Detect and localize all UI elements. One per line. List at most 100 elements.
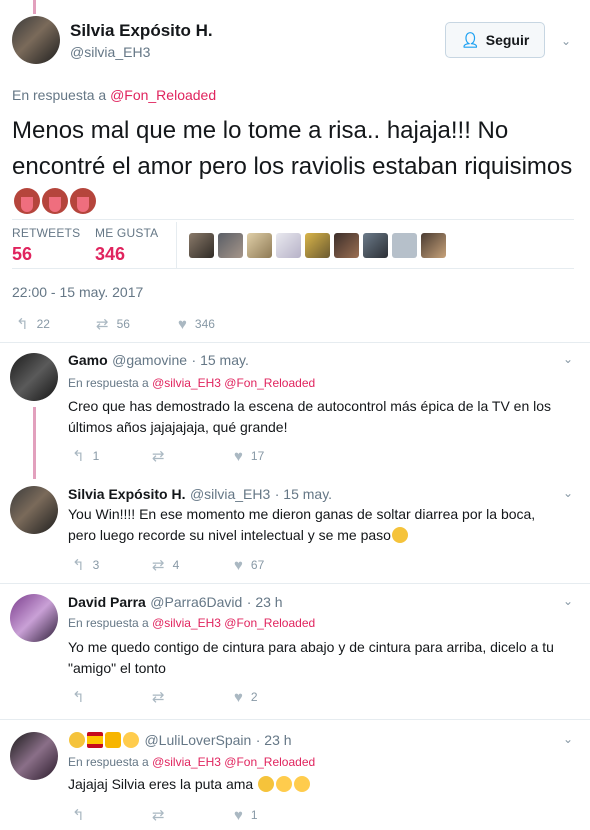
liker-avatar[interactable] <box>189 233 214 258</box>
spain-flag-emoji <box>87 732 103 748</box>
reply-to-mention[interactable]: @silvia_EH3 @Fon_Reloaded <box>152 755 315 769</box>
avatar[interactable] <box>10 486 58 534</box>
like-count: 67 <box>250 558 265 572</box>
divider <box>12 268 574 269</box>
heart-icon: ♥ <box>234 447 243 465</box>
reply-to-mention[interactable]: @Fon_Reloaded <box>110 87 216 103</box>
tweet-timestamp[interactable]: 22:00 - 15 may. 2017 <box>12 284 143 300</box>
liker-avatar[interactable] <box>392 233 417 258</box>
like-count: 1 <box>250 808 258 822</box>
reply-icon: ↰ <box>72 807 85 824</box>
author-handle[interactable]: @silvia_EH3 <box>70 44 150 60</box>
retweet-button[interactable]: ⇄ 4 <box>152 556 234 574</box>
reply-button[interactable]: ↰ <box>72 688 152 706</box>
like-button[interactable]: ♥ 2 <box>234 689 258 706</box>
liker-avatar[interactable] <box>334 233 359 258</box>
reply-button[interactable]: ↰ 1 <box>72 447 152 465</box>
reply-button[interactable]: ↰ 22 <box>16 315 96 333</box>
retweets-stat[interactable]: RETWEETS 56 <box>12 226 80 265</box>
reply-time[interactable]: · 23 h <box>247 594 283 610</box>
reply-to-line: En respuesta a @silvia_EH3 @Fon_Reloaded <box>68 376 315 390</box>
tongue-emoji <box>42 188 68 214</box>
author-name[interactable]: Silvia Expósito H. <box>70 21 213 41</box>
like-button[interactable]: ♥ 17 <box>234 448 264 465</box>
chevron-down-icon[interactable]: ⌄ <box>563 594 573 608</box>
divider <box>0 342 590 343</box>
reply-to-mention[interactable]: @silvia_EH3 @Fon_Reloaded <box>152 616 315 630</box>
reply-actions: ↰ ⇄ ♥ 1 <box>72 806 258 825</box>
reply-author-handle[interactable]: @silvia_EH3 <box>190 486 270 502</box>
reply-button[interactable]: ↰ <box>72 806 152 824</box>
reply-author-handle[interactable]: @gamovine <box>112 352 187 368</box>
reply-header: Silvia Expósito H. @silvia_EH3 · 15 may. <box>68 486 332 504</box>
likes-value: 346 <box>95 244 126 264</box>
divider <box>12 219 574 220</box>
retweet-count: 4 <box>172 558 180 572</box>
follow-button[interactable]: 👤︎ Seguir <box>445 22 545 58</box>
reply-text: Yo me quedo contigo de cintura para abaj… <box>68 639 554 676</box>
retweet-button[interactable]: ⇄ <box>152 447 234 465</box>
chevron-down-icon[interactable]: ⌄ <box>561 34 571 48</box>
reply-text: Creo que has demostrado la escena de aut… <box>68 398 552 435</box>
divider <box>0 719 590 720</box>
reply-to-prefix: En respuesta a <box>68 616 149 630</box>
liker-avatar[interactable] <box>421 233 446 258</box>
liker-avatar[interactable] <box>247 233 272 258</box>
tweet-text: Menos mal que me lo tome a risa.. hajaja… <box>12 113 578 221</box>
thread-line <box>33 0 36 14</box>
divider <box>0 583 590 584</box>
reply-header: Gamo @gamovine · 15 may. <box>68 352 249 370</box>
reply-to-prefix: En respuesta a <box>68 376 149 390</box>
reply-author-handle[interactable]: @LuliLoverSpain <box>144 732 251 748</box>
retweets-label: RETWEETS <box>12 226 81 240</box>
reply-count: 1 <box>92 449 100 463</box>
likes-stat[interactable]: ME GUSTA 346 <box>95 226 158 265</box>
chevron-down-icon[interactable]: ⌄ <box>563 486 573 500</box>
reply-icon: ↰ <box>72 689 85 706</box>
reply-time[interactable]: · 23 h <box>256 732 292 748</box>
reply-author-handle[interactable]: @Parra6David <box>150 594 242 610</box>
chevron-down-icon[interactable]: ⌄ <box>563 352 573 366</box>
avatar[interactable] <box>12 16 60 64</box>
divider <box>176 222 177 268</box>
reply-author-name[interactable]: David Parra <box>68 594 146 610</box>
reply-body: You Win!!!! En ese momento me dieron gan… <box>68 506 536 543</box>
reply-to-mention[interactable]: @silvia_EH3 @Fon_Reloaded <box>152 376 315 390</box>
like-count: 17 <box>250 449 265 463</box>
heart-icon: ♥ <box>234 556 243 574</box>
retweet-button[interactable]: ⇄ <box>152 688 234 706</box>
reply-to-line: En respuesta a @Fon_Reloaded <box>12 87 216 103</box>
like-button[interactable]: ♥ 346 <box>178 316 215 333</box>
star-emoji <box>105 732 121 748</box>
retweet-icon: ⇄ <box>152 448 165 465</box>
retweet-button[interactable]: ⇄ 56 <box>96 315 178 333</box>
reply-author-name[interactable]: Gamo <box>68 352 108 368</box>
retweet-button[interactable]: ⇄ <box>152 806 234 824</box>
reply-button[interactable]: ↰ 3 <box>72 556 152 574</box>
reply-text: Jajajaj Silvia eres la puta ama <box>68 774 558 795</box>
thinking-face-emoji <box>391 527 408 543</box>
like-button[interactable]: ♥ 1 <box>234 807 258 824</box>
reply-actions: ↰ ⇄ ♥ 2 <box>72 688 258 707</box>
yellow-heart-emoji <box>123 732 139 748</box>
liker-avatar[interactable] <box>363 233 388 258</box>
liker-avatar[interactable] <box>305 233 330 258</box>
reply-to-prefix: En respuesta a <box>68 755 149 769</box>
avatar[interactable] <box>10 353 58 401</box>
liker-avatar[interactable] <box>218 233 243 258</box>
retweet-icon: ⇄ <box>152 689 165 706</box>
reply-author-name[interactable]: Silvia Expósito H. <box>68 486 185 502</box>
reply-time[interactable]: · 15 may. <box>192 352 249 368</box>
liker-avatar[interactable] <box>276 233 301 258</box>
reply-body: Jajajaj Silvia eres la puta ama <box>68 776 254 792</box>
princess-emoji <box>69 732 85 748</box>
clapping-hands-emoji <box>276 776 293 792</box>
reply-time[interactable]: · 15 may. <box>275 486 332 502</box>
tongue-emoji <box>70 188 96 214</box>
avatar[interactable] <box>10 732 58 780</box>
retweet-icon: ⇄ <box>152 557 165 574</box>
heart-icon: ♥ <box>234 688 243 706</box>
like-button[interactable]: ♥ 67 <box>234 557 264 574</box>
chevron-down-icon[interactable]: ⌄ <box>563 732 573 746</box>
avatar[interactable] <box>10 594 58 642</box>
